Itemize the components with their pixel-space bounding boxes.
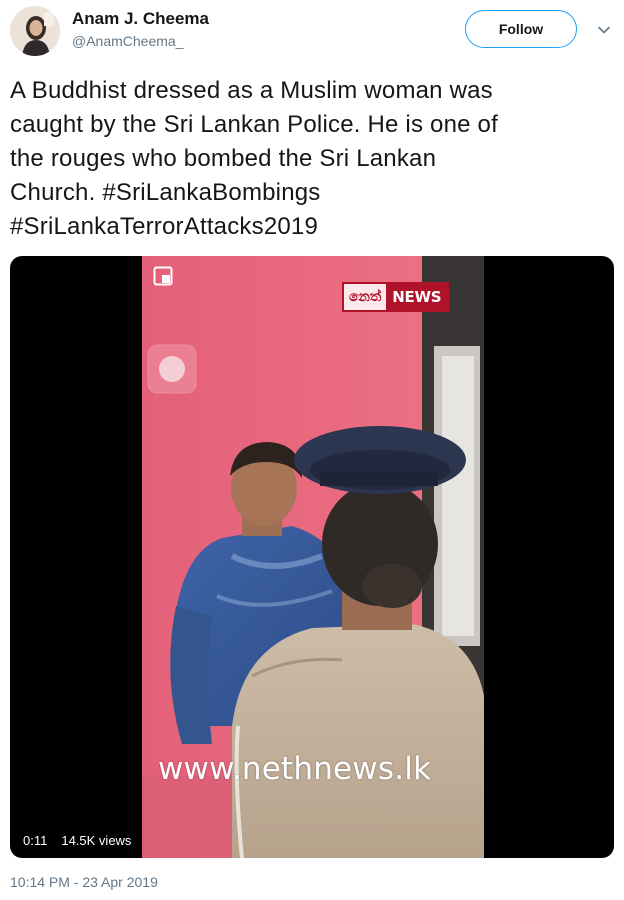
view-count: 14.5K views bbox=[56, 829, 137, 851]
channel-logo-news: NEWS bbox=[386, 284, 448, 310]
display-name[interactable]: Anam J. Cheema bbox=[72, 9, 209, 29]
video-player[interactable]: නෙත් NEWS www.nethnews.lk 0:11 14.5K vie… bbox=[10, 256, 614, 858]
tweet-line: Church. #SriLankaBombings bbox=[10, 176, 614, 210]
tweet-line: caught by the Sri Lankan Police. He is o… bbox=[10, 111, 498, 138]
follow-button[interactable]: Follow bbox=[465, 10, 577, 48]
avatar[interactable] bbox=[10, 6, 60, 56]
tweet-header: Anam J. Cheema @AnamCheema_ Follow bbox=[0, 0, 624, 64]
hashtag-link[interactable]: #SriLankaTerrorAttacks2019 bbox=[10, 213, 318, 240]
user-handle[interactable]: @AnamCheema_ bbox=[72, 33, 184, 49]
video-duration: 0:11 bbox=[18, 829, 53, 851]
record-icon bbox=[147, 344, 197, 394]
hashtag-link[interactable]: #SriLankaBombings bbox=[102, 179, 320, 206]
tweet-line: #SriLankaTerrorAttacks2019 bbox=[10, 210, 614, 244]
tweet-line-text: Church. bbox=[10, 179, 103, 206]
picture-in-picture-icon[interactable] bbox=[153, 266, 173, 286]
tweet-text: A Buddhist dressed as a Muslim woman was… bbox=[10, 74, 614, 244]
channel-logo-text: නෙත් bbox=[349, 289, 382, 305]
video-watermark: www.nethnews.lk bbox=[158, 751, 432, 787]
chevron-down-icon[interactable] bbox=[596, 22, 612, 38]
tweet-line: A Buddhist dressed as a Muslim woman was bbox=[10, 77, 493, 104]
tweet-line: the rouges who bombed the Sri Lankan bbox=[10, 145, 437, 172]
video-stats: 0:11 14.5K views bbox=[18, 829, 137, 851]
tweet-timestamp[interactable]: 10:14 PM - 23 Apr 2019 bbox=[10, 874, 158, 890]
channel-logo: නෙත් NEWS bbox=[342, 282, 450, 312]
